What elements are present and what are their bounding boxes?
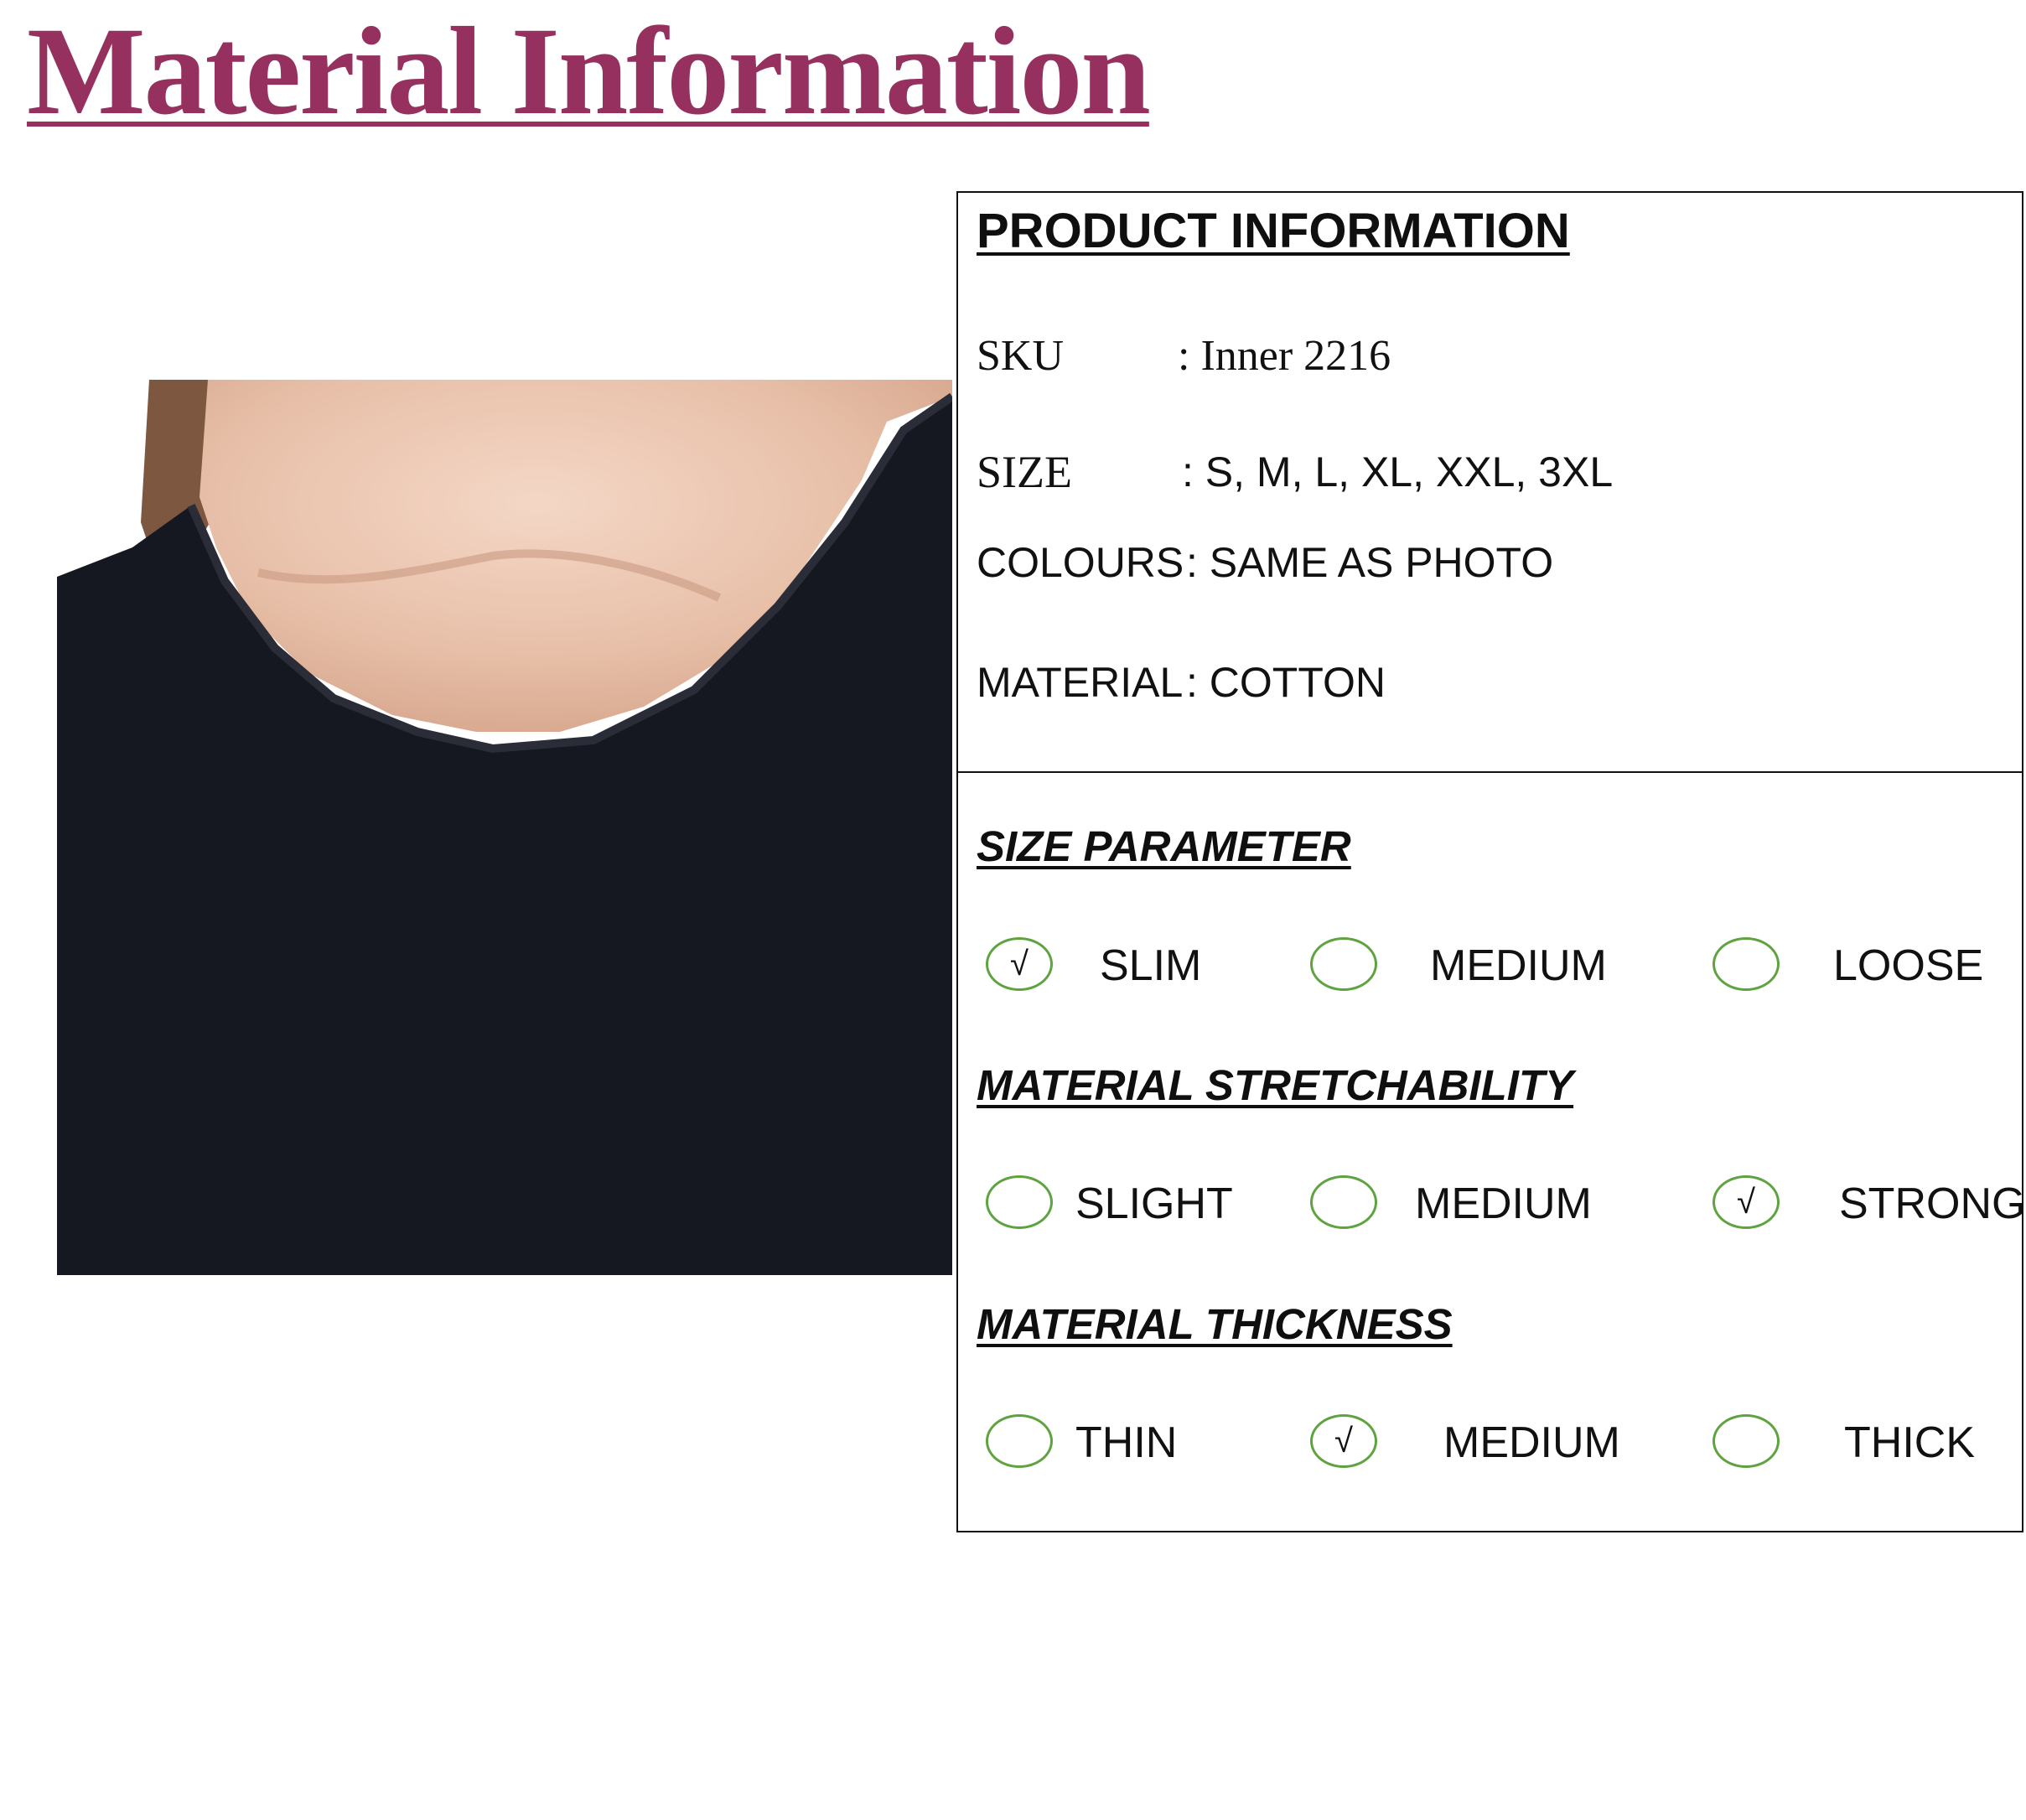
option-label: THICK xyxy=(1844,1418,1975,1467)
size-parameter-heading: SIZE PARAMETER xyxy=(977,822,1351,870)
size-value: : S, M, L, XL, XXL, 3XL xyxy=(1182,449,1614,495)
material-label: MATERIAL xyxy=(977,659,1184,706)
radio-loose[interactable] xyxy=(1713,937,1780,991)
sku-row: SKU : Inner 2216 xyxy=(977,331,1391,381)
colours-value: : SAME AS PHOTO xyxy=(1186,539,1554,586)
colours-label: COLOURS xyxy=(977,539,1184,586)
option-label: SLIGHT xyxy=(1075,1180,1233,1228)
thickness-heading: MATERIAL THICKNESS xyxy=(977,1300,1453,1348)
radio-thick[interactable] xyxy=(1713,1414,1780,1468)
product-info-panel: PRODUCT INFORMATION SKU : Inner 2216 SIZ… xyxy=(956,191,2026,1532)
sku-label: SKU xyxy=(977,332,1065,380)
radio-medium[interactable]: √ xyxy=(1310,1414,1377,1468)
option-label: STRONG xyxy=(1839,1180,2026,1228)
colours-row: COLOURS : SAME AS PHOTO xyxy=(977,538,1553,587)
radio-slim[interactable]: √ xyxy=(986,937,1053,991)
sku-value: : Inner 2216 xyxy=(1178,332,1391,380)
option-label: LOOSE xyxy=(1833,941,1984,990)
radio-medium[interactable] xyxy=(1310,1175,1377,1229)
option-label: THIN xyxy=(1075,1418,1178,1467)
product-photo xyxy=(57,380,952,1275)
radio-thin[interactable] xyxy=(986,1414,1053,1468)
radio-medium[interactable] xyxy=(1310,937,1377,991)
product-info-heading: PRODUCT INFORMATION xyxy=(977,204,1570,258)
stretchability-heading: MATERIAL STRETCHABILITY xyxy=(977,1061,1574,1109)
material-row: MATERIAL : COTTON xyxy=(977,658,1386,707)
option-label: MEDIUM xyxy=(1443,1418,1620,1467)
divider xyxy=(958,771,2022,773)
size-row: SIZE : S, M, L, XL, XXL, 3XL xyxy=(977,446,1613,498)
material-value: : COTTON xyxy=(1186,659,1386,706)
option-label: MEDIUM xyxy=(1430,941,1607,990)
option-label: SLIM xyxy=(1100,941,1202,990)
radio-strong[interactable]: √ xyxy=(1713,1175,1780,1229)
option-label: MEDIUM xyxy=(1415,1180,1592,1228)
page-title: Material Information xyxy=(27,2,1151,141)
size-label: SIZE xyxy=(977,447,1072,497)
radio-slight[interactable] xyxy=(986,1175,1053,1229)
